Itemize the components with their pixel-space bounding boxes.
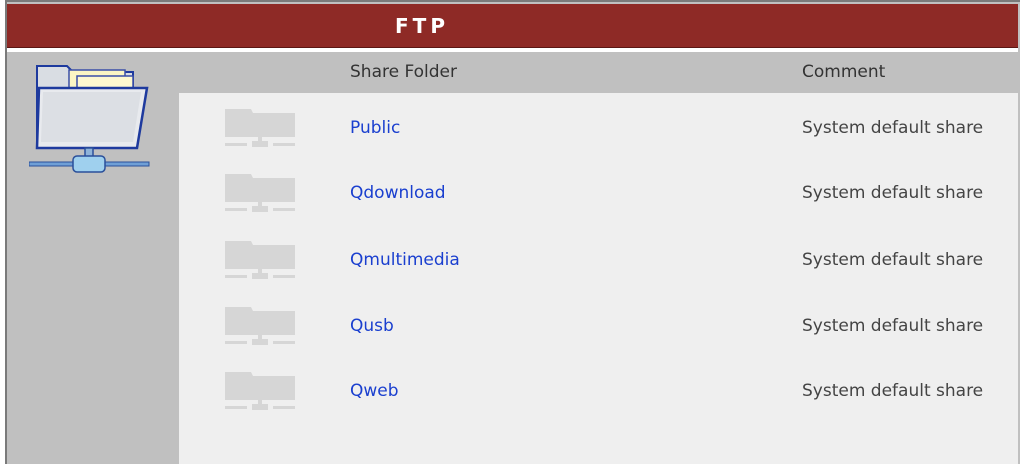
- table-header: Share Folder Comment: [179, 52, 1018, 93]
- folder-icon: [225, 174, 295, 212]
- share-folder-comment: System default share: [802, 250, 984, 270]
- column-header-share-folder: Share Folder: [350, 62, 457, 82]
- table-row[interactable]: Qweb System default share: [179, 358, 1018, 424]
- folder-icon: [225, 372, 295, 410]
- folder-icon: [225, 241, 295, 279]
- ftp-network-folder-icon: [29, 65, 150, 173]
- share-folder-comment: System default share: [802, 381, 984, 401]
- share-folder-link[interactable]: Qdownload: [350, 160, 446, 226]
- share-folder-comment: System default share: [802, 183, 984, 203]
- table-row[interactable]: Qmultimedia System default share: [179, 227, 1018, 293]
- folder-icon: [225, 307, 295, 345]
- share-folder-comment: System default share: [802, 118, 984, 138]
- table-row[interactable]: Qdownload System default share: [179, 160, 1018, 226]
- left-panel: [7, 52, 179, 464]
- table-row[interactable]: Qusb System default share: [179, 293, 1018, 359]
- share-folder-link[interactable]: Qmultimedia: [350, 227, 460, 293]
- folder-icon: [225, 109, 295, 147]
- title-bar: FTP: [7, 4, 1018, 48]
- share-folder-link[interactable]: Public: [350, 95, 400, 161]
- share-folder-list: Public System default share Qdownload Sy…: [179, 93, 1018, 464]
- table-row[interactable]: Public System default share: [179, 95, 1018, 161]
- column-header-comment: Comment: [802, 62, 886, 82]
- share-folder-comment: System default share: [802, 316, 984, 336]
- share-folder-link[interactable]: Qusb: [350, 293, 394, 359]
- share-folder-link[interactable]: Qweb: [350, 358, 399, 424]
- ftp-window: FTP Share Folder Comment Public System d…: [0, 0, 1020, 464]
- page-title: FTP: [395, 14, 449, 38]
